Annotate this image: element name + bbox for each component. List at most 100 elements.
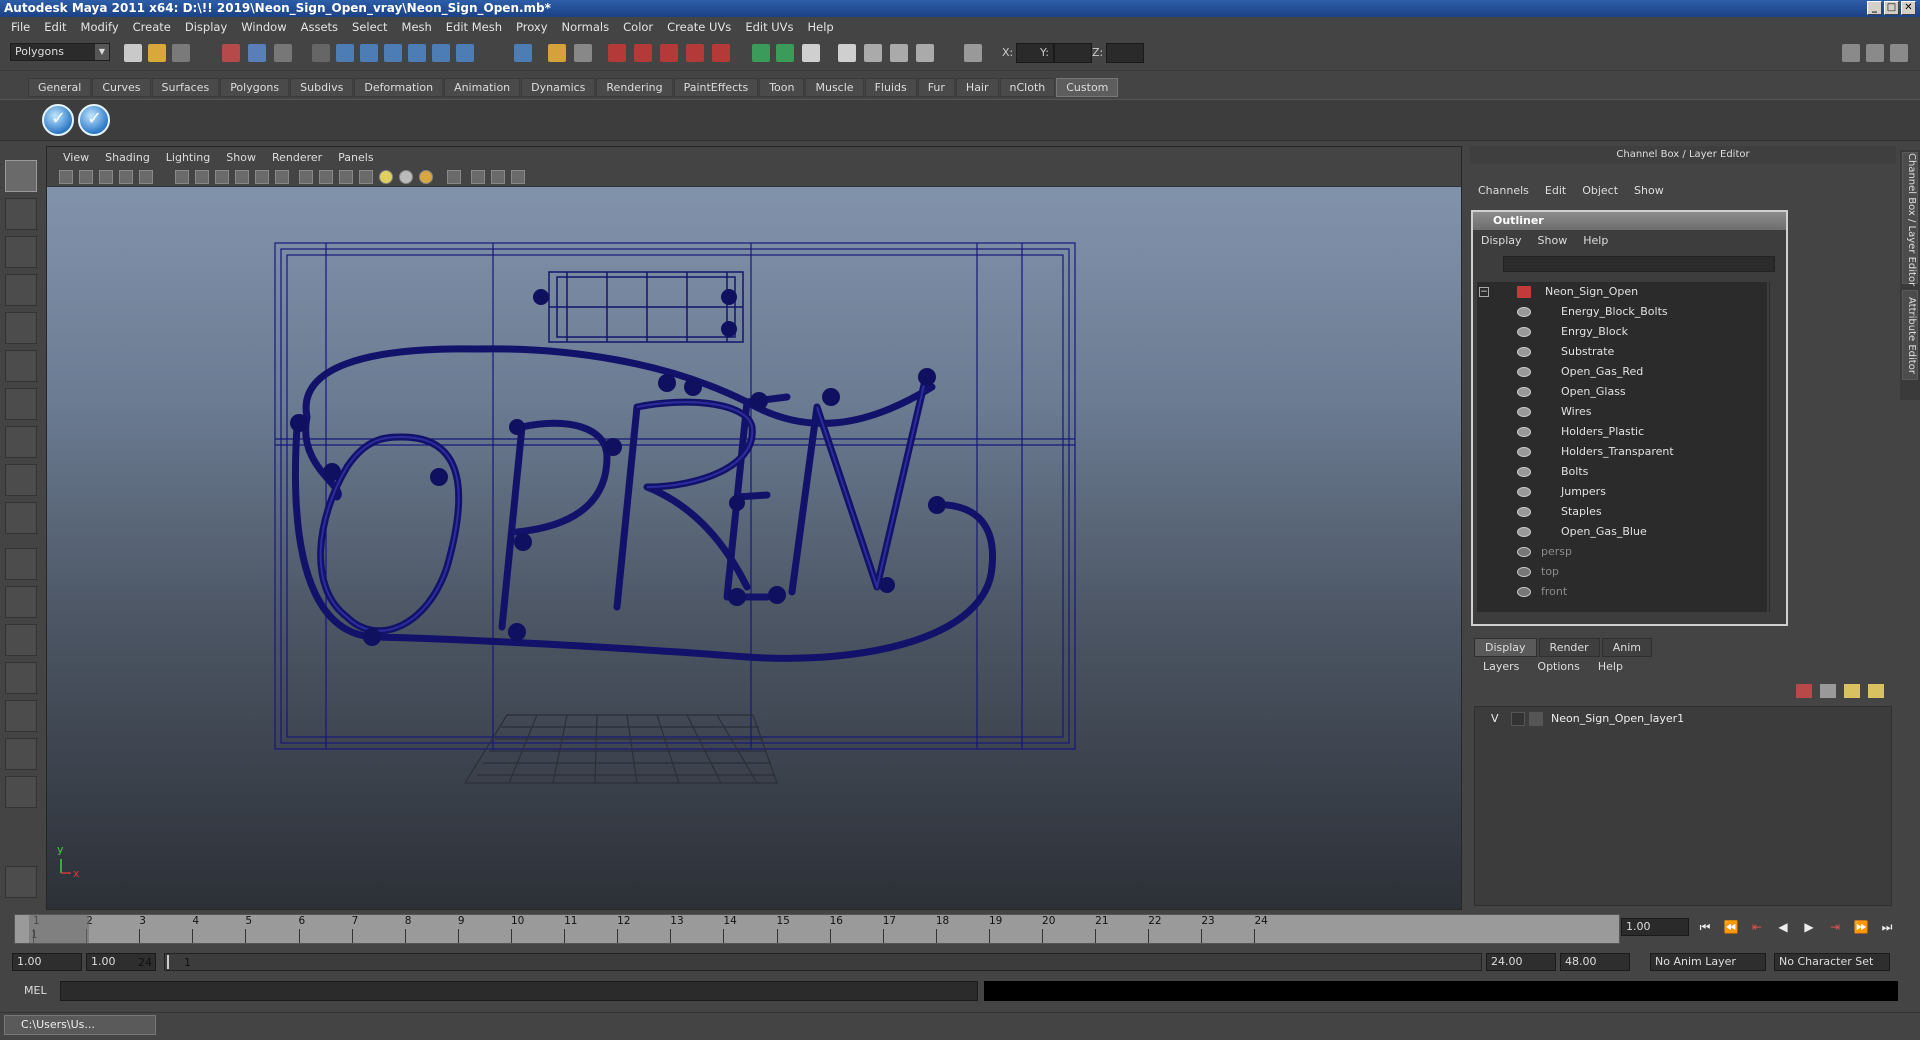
anim-layer-dropdown[interactable]: No Anim Layer	[1650, 953, 1766, 971]
panel-layout-icon[interactable]	[838, 44, 856, 62]
layer-menu-options[interactable]: Options	[1528, 660, 1588, 673]
outliner-menu-display[interactable]: Display	[1473, 234, 1530, 247]
time-slider[interactable]: 123456789101112131415161718192021222324 …	[14, 914, 1620, 944]
history-icon[interactable]	[432, 44, 450, 62]
close-button[interactable]: ✕	[1901, 1, 1916, 15]
render-icon[interactable]	[608, 44, 626, 62]
layout-single-icon[interactable]	[5, 548, 37, 580]
outliner-item[interactable]: Staples	[1477, 502, 1767, 522]
bookmark-icon[interactable]	[99, 170, 113, 184]
save-scene-icon[interactable]	[172, 44, 190, 62]
shelf-tab-custom[interactable]: Custom	[1056, 78, 1119, 97]
shelf-tab-muscle[interactable]: Muscle	[805, 78, 864, 97]
viewport-menu-view[interactable]: View	[55, 151, 97, 164]
tool-settings-toggle-icon[interactable]	[1866, 44, 1884, 62]
menu-select[interactable]: Select	[345, 20, 394, 34]
viewport-menu-shading[interactable]: Shading	[97, 151, 158, 164]
image-plane-icon[interactable]	[119, 170, 133, 184]
menu-edit-uvs[interactable]: Edit UVs	[738, 20, 800, 34]
safe-action-icon[interactable]	[255, 170, 269, 184]
tab-display[interactable]: Display	[1474, 638, 1537, 657]
shelf-tab-ncloth[interactable]: nCloth	[999, 78, 1056, 97]
shelf-tab-deformation[interactable]: Deformation	[354, 78, 444, 97]
selection-mask-icon[interactable]	[802, 44, 820, 62]
collapse-icon[interactable]: −	[1479, 287, 1489, 297]
outliner-camera-item[interactable]: front	[1477, 582, 1767, 602]
snap-grid-icon[interactable]	[312, 44, 330, 62]
camera-icon[interactable]	[864, 44, 882, 62]
viewport-menu-renderer[interactable]: Renderer	[264, 151, 330, 164]
render-view-icon[interactable]	[712, 44, 730, 62]
shelf-button-2[interactable]: ✓	[78, 104, 110, 136]
camera-attr-icon[interactable]	[890, 44, 908, 62]
shelf-button-1[interactable]: ✓	[42, 104, 74, 136]
layout-outliner-icon[interactable]	[5, 624, 37, 656]
maximize-button[interactable]: □	[1884, 1, 1899, 15]
paint-select-tool-icon[interactable]	[5, 236, 37, 268]
shelf-tab-toon[interactable]: Toon	[759, 78, 805, 97]
input-line-icon[interactable]	[752, 44, 770, 62]
layer-row[interactable]: V Neon_Sign_Open_layer1	[1477, 709, 1889, 729]
smooth-shade-icon[interactable]	[319, 170, 333, 184]
outliner-item[interactable]: Open_Gas_Blue	[1477, 522, 1767, 542]
layout-hypershade-icon[interactable]	[5, 700, 37, 732]
current-frame-field[interactable]: 1.00	[1621, 918, 1689, 936]
camera-select-icon[interactable]	[59, 170, 73, 184]
snap-curve-icon[interactable]	[336, 44, 354, 62]
move-tool-icon[interactable]	[5, 274, 37, 306]
cb-menu-show[interactable]: Show	[1626, 184, 1672, 197]
new-layer-selected-icon[interactable]	[1820, 684, 1836, 698]
shelf-tab-hair[interactable]: Hair	[955, 78, 999, 97]
outliner-item[interactable]: Wires	[1477, 402, 1767, 422]
channel-box-toggle-icon[interactable]	[1890, 44, 1908, 62]
new-layer-icon[interactable]	[1796, 684, 1812, 698]
menu-assets[interactable]: Assets	[294, 20, 345, 34]
hud-icon[interactable]	[511, 170, 525, 184]
menu-display[interactable]: Display	[178, 20, 234, 34]
playback-end-field[interactable]: 24.00	[1486, 953, 1556, 971]
wireframe-on-shaded-icon[interactable]	[339, 170, 353, 184]
xray-joints-icon[interactable]	[491, 170, 505, 184]
outliner-item[interactable]: Substrate	[1477, 342, 1767, 362]
shelf-tab-fluids[interactable]: Fluids	[864, 78, 917, 97]
cb-menu-object[interactable]: Object	[1574, 184, 1626, 197]
animation-end-field[interactable]: 48.00	[1560, 953, 1630, 971]
select-component-icon[interactable]	[274, 44, 292, 62]
isolate-select-icon[interactable]	[447, 170, 461, 184]
layer-color-swatch[interactable]	[1529, 712, 1543, 726]
command-input[interactable]	[60, 981, 978, 1001]
shelf-tab-rendering[interactable]: Rendering	[596, 78, 673, 97]
menu-normals[interactable]: Normals	[555, 20, 617, 34]
menu-create[interactable]: Create	[126, 20, 178, 34]
z-field[interactable]	[1106, 43, 1144, 63]
last-tool-icon[interactable]	[5, 502, 37, 534]
help-icon[interactable]	[514, 44, 532, 62]
menu-edit[interactable]: Edit	[37, 20, 73, 34]
outliner-item[interactable]: Energy_Block_Bolts	[1477, 302, 1767, 322]
viewport-menu-panels[interactable]: Panels	[330, 151, 381, 164]
default-light-icon[interactable]	[379, 170, 393, 184]
range-slider-track[interactable]: 1 24	[138, 953, 1482, 971]
menu-color[interactable]: Color	[616, 20, 660, 34]
y-field[interactable]	[1054, 43, 1092, 63]
show-manipulator-icon[interactable]	[5, 464, 37, 496]
shelf-tab-fur[interactable]: Fur	[917, 78, 955, 97]
layer-menu-layers[interactable]: Layers	[1474, 660, 1528, 673]
side-tab-attribute-editor[interactable]: Attribute Editor	[1902, 290, 1918, 380]
new-scene-icon[interactable]	[124, 44, 142, 62]
grid-toggle-icon[interactable]	[139, 170, 153, 184]
cb-menu-edit[interactable]: Edit	[1537, 184, 1574, 197]
all-lights-icon[interactable]	[399, 170, 413, 184]
shelf-tab-polygons[interactable]: Polygons	[220, 78, 290, 97]
select-tool-icon[interactable]	[5, 160, 37, 192]
soft-mod-tool-icon[interactable]	[5, 426, 37, 458]
menu-set-dropdown[interactable]: Polygons ▼	[10, 43, 110, 61]
hypershade-icon[interactable]	[686, 44, 704, 62]
shelf-tab-dynamics[interactable]: Dynamics	[521, 78, 596, 97]
outliner-menu-show[interactable]: Show	[1530, 234, 1576, 247]
attribute-editor-toggle-icon[interactable]	[1842, 44, 1860, 62]
minimized-window-item[interactable]: C:\Users\Us...	[4, 1015, 156, 1035]
play-forwards-icon[interactable]: ▶	[1799, 918, 1819, 936]
lasso-tool-icon[interactable]	[5, 198, 37, 230]
input-options-icon[interactable]	[776, 44, 794, 62]
